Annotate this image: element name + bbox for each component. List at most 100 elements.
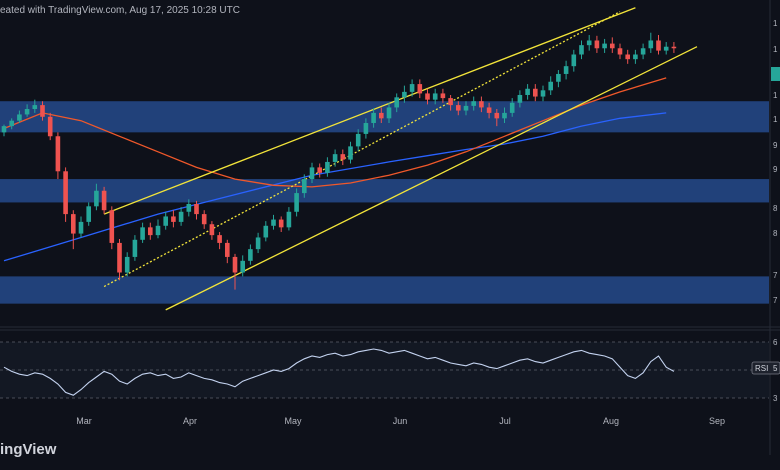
candle-body-70 — [540, 90, 546, 97]
price-tick-1: 1 — [773, 45, 778, 54]
candle-body-14 — [109, 210, 115, 243]
candle-body-75 — [579, 45, 584, 55]
candle-body-78 — [602, 43, 607, 49]
candle-body-62 — [479, 101, 484, 108]
candle-13 — [101, 186, 107, 215]
candle-45 — [348, 141, 353, 164]
candle-17 — [132, 235, 138, 261]
candle-29 — [225, 239, 230, 264]
candle-body-54 — [417, 84, 423, 94]
candle-79 — [610, 37, 615, 53]
candle-46 — [355, 129, 361, 152]
rsi-tag: RSI 5 — [751, 361, 780, 375]
candle-78 — [602, 38, 607, 53]
candle-18 — [140, 222, 145, 243]
candle-body-37 — [286, 211, 292, 228]
candle-body-39 — [302, 179, 307, 194]
candle-body-29 — [225, 242, 230, 257]
candle-23 — [178, 207, 184, 226]
candle-body-22 — [171, 216, 176, 222]
channel-mid-line — [103, 11, 621, 288]
candle-8 — [63, 167, 68, 222]
candle-body-49 — [379, 112, 384, 119]
price-tick-4: 9 — [773, 141, 778, 150]
candle-57 — [440, 88, 446, 103]
candle-body-28 — [217, 235, 222, 243]
candle-body-23 — [178, 211, 184, 222]
candle-body-47 — [363, 123, 369, 134]
candle-72 — [556, 70, 561, 88]
candle-83 — [640, 43, 646, 60]
price-tick-0: 1 — [773, 19, 778, 28]
candle-10 — [78, 216, 84, 238]
price-chart[interactable]: 643 MarAprMayJunJulAugSep 1111998877 RSI… — [0, 0, 780, 470]
candle-86 — [663, 42, 669, 55]
candle-body-68 — [525, 88, 530, 95]
candle-21 — [163, 211, 168, 230]
candle-28 — [217, 232, 222, 250]
candle-body-74 — [571, 54, 577, 67]
candle-body-41 — [317, 167, 322, 173]
candle-body-87 — [671, 46, 677, 49]
candle-body-16 — [124, 256, 130, 273]
candle-36 — [278, 216, 284, 233]
candle-body-65 — [502, 112, 507, 119]
month-label-5: Aug — [603, 416, 619, 426]
candle-body-45 — [348, 146, 353, 160]
candle-body-42 — [325, 161, 330, 173]
candle-body-80 — [617, 48, 623, 55]
candle-body-58 — [448, 98, 453, 106]
candle-body-50 — [386, 107, 392, 119]
candle-20 — [155, 219, 161, 239]
price-tick-6: 8 — [773, 204, 778, 213]
candle-body-21 — [163, 216, 168, 226]
candle-body-82 — [633, 54, 638, 60]
candle-body-24 — [186, 203, 192, 212]
candle-body-33 — [255, 237, 261, 250]
candle-14 — [109, 206, 115, 250]
candle-27 — [209, 221, 215, 240]
candle-70 — [540, 85, 546, 102]
candle-body-27 — [209, 224, 215, 236]
candle-69 — [533, 84, 538, 102]
candle-body-32 — [248, 249, 253, 261]
candle-11 — [86, 202, 91, 226]
price-axis: 1 1 1 1 9 9 8 8 7 7 — [773, 19, 778, 305]
candle-body-40 — [309, 167, 315, 180]
price-tick-5: 9 — [773, 165, 778, 174]
candle-body-8 — [63, 171, 68, 215]
candle-body-83 — [640, 48, 646, 55]
candle-54 — [417, 79, 423, 99]
candle-0 — [1, 124, 7, 137]
candle-body-77 — [594, 40, 600, 49]
candle-body-66 — [509, 102, 515, 113]
candle-52 — [402, 85, 407, 103]
candle-body-59 — [456, 105, 461, 111]
candle-6 — [47, 112, 53, 141]
candle-41 — [317, 163, 322, 178]
candle-body-13 — [101, 190, 107, 211]
tradingview-logo: ingView — [0, 441, 57, 458]
candle-body-64 — [494, 112, 500, 119]
candle-80 — [617, 43, 623, 60]
candle-body-9 — [71, 214, 76, 234]
candle-body-63 — [486, 107, 492, 113]
candle-body-25 — [194, 203, 199, 215]
time-axis: Mar Apr May Jun Jul Aug Sep — [76, 416, 725, 426]
candle-34 — [263, 221, 269, 242]
month-label-1: Apr — [183, 416, 197, 426]
candle-body-67 — [517, 94, 523, 103]
candle-body-38 — [294, 193, 299, 212]
zone-1 — [0, 179, 769, 203]
candle-73 — [563, 60, 569, 80]
month-label-3: Jun — [393, 416, 408, 426]
candle-body-3 — [24, 109, 30, 115]
candle-body-73 — [563, 66, 569, 74]
candle-body-17 — [132, 239, 138, 257]
price-tick-2: 1 — [773, 91, 778, 100]
candle-body-10 — [78, 221, 84, 234]
candle-22 — [171, 210, 176, 228]
ma-fast-line — [3, 77, 667, 188]
rsi-tag-label: RSI — [755, 364, 768, 373]
candle-body-86 — [663, 46, 669, 51]
